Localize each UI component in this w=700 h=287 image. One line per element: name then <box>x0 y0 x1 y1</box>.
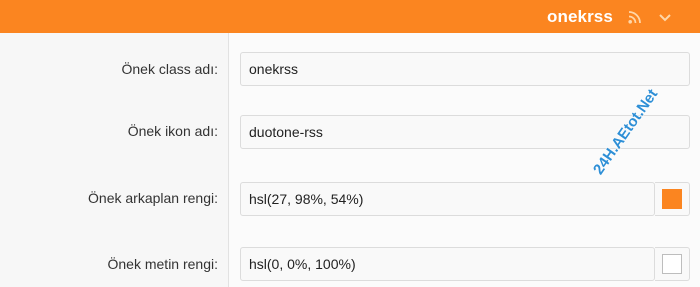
prefix-class-label: Önek class adı: <box>121 61 219 77</box>
prefix-text-color-input[interactable]: hsl(0, 0%, 100%) <box>240 247 655 281</box>
background-color-swatch[interactable] <box>662 189 682 209</box>
header-title: onekrss <box>547 7 613 26</box>
text-color-swatch[interactable] <box>662 254 682 274</box>
prefix-text-color-label: Önek metin rengi: <box>107 256 219 272</box>
prefix-background-color-label: Önek arkaplan rengi: <box>88 190 218 206</box>
rss-icon <box>628 11 641 24</box>
prefix-icon-label: Önek ikon adı: <box>127 123 218 139</box>
chevron-down-icon[interactable] <box>659 14 671 22</box>
prefix-background-color-input[interactable]: hsl(27, 98%, 54%) <box>240 182 655 216</box>
header-bar: onekrss <box>0 0 700 33</box>
prefix-class-input[interactable]: onekrss <box>240 52 690 86</box>
